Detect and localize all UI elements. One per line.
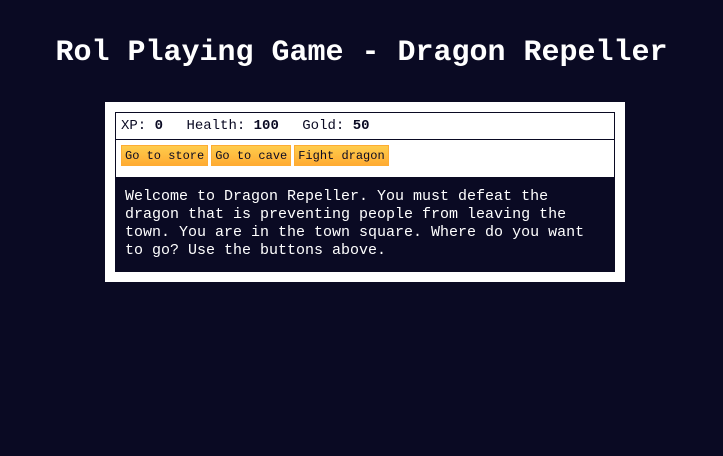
stats-bar: XP: 0 Health: 100 Gold: 50 — [115, 112, 615, 140]
go-to-store-button[interactable]: Go to store — [121, 145, 209, 166]
controls-bar: Go to store Go to cave Fight dragon — [115, 140, 615, 178]
xp-label: XP: — [121, 118, 147, 134]
go-to-cave-button[interactable]: Go to cave — [211, 145, 292, 166]
health-stat: Health: 100 — [186, 118, 278, 134]
gold-value: 50 — [352, 118, 370, 134]
gold-stat: Gold: 50 — [302, 118, 369, 134]
fight-dragon-button[interactable]: Fight dragon — [294, 145, 389, 166]
page-title: Rol Playing Game - Dragon Repeller — [55, 36, 668, 70]
game-panel: XP: 0 Health: 100 Gold: 50 Go to store G… — [105, 102, 625, 282]
xp-value: 0 — [154, 118, 164, 134]
xp-stat: XP: 0 — [121, 118, 163, 134]
message-text: Welcome to Dragon Repeller. You must def… — [115, 178, 615, 272]
gold-label: Gold: — [302, 118, 345, 134]
health-label: Health: — [186, 118, 246, 134]
health-value: 100 — [253, 118, 279, 134]
